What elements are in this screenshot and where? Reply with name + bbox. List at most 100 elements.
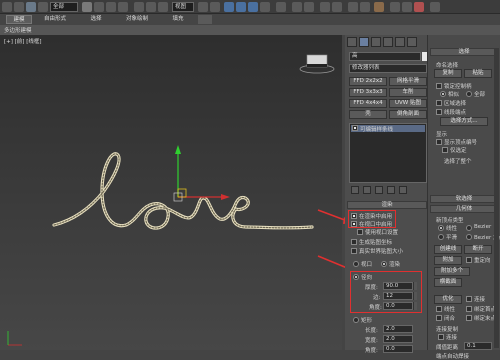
mod-ffd3-button[interactable]: FFD 3x3x3 [349,88,387,97]
tab-object-paint[interactable]: 对象绘制 [120,15,154,24]
rectangular-radio[interactable] [353,317,359,323]
bezier-radio[interactable] [466,225,472,231]
undo-icon[interactable] [2,2,12,12]
named-selection-icon[interactable] [276,2,286,12]
segment-end-checkbox[interactable] [436,109,442,115]
viewport-radio[interactable] [353,261,359,267]
configure-sets-icon[interactable] [399,186,407,194]
geometry-rollout-header[interactable]: 几何体 [430,205,498,213]
selection-rollout-header[interactable]: 选择 [430,48,498,56]
bezier-corner-radio[interactable] [466,234,472,240]
break-button[interactable]: 断开 [464,245,492,254]
real-world-map-checkbox[interactable] [351,248,357,254]
percent-snap-icon[interactable] [248,2,258,12]
stack-item[interactable]: 可编辑样条线 [351,125,425,133]
width-input[interactable]: 2.0 [383,335,413,343]
generate-mapping-checkbox[interactable] [351,239,357,245]
layer-icon[interactable] [320,2,330,12]
modifier-list-dropdown[interactable]: 修改器列表 [349,64,427,73]
selection-filter-dropdown[interactable]: 全部 [50,2,78,12]
link-icon[interactable] [26,2,36,12]
scale-icon[interactable] [158,2,168,12]
mod-ffd2-button[interactable]: FFD 2x2x2 [349,77,387,86]
create-tab-icon[interactable] [347,37,357,47]
mirror-icon[interactable] [292,2,302,12]
show-vertex-numbers-checkbox[interactable] [436,139,442,145]
show-end-result-icon[interactable] [363,186,371,194]
cross-section-button[interactable]: 横截面 [434,278,462,287]
utilities-tab-icon[interactable] [407,37,417,47]
attach-button[interactable]: 附加 [434,256,462,265]
select-manipulate-icon[interactable] [210,2,220,12]
tab-populate[interactable]: 填充 [168,15,188,24]
render-frame-icon[interactable] [402,2,412,12]
help-icon[interactable] [430,2,440,12]
soft-selection-rollout-header[interactable]: 软选择 [430,195,498,203]
move-icon[interactable] [134,2,144,12]
mod-uvw-button[interactable]: UVW 贴图 [389,99,427,108]
pin-stack-icon[interactable] [351,186,359,194]
ribbon-options-icon[interactable] [198,15,212,24]
closed-checkbox[interactable] [436,315,442,321]
object-color-swatch[interactable] [422,52,427,61]
viewport-front[interactable]: [+] [前] [线框] [0,35,342,350]
motion-tab-icon[interactable] [383,37,393,47]
lock-handles-checkbox[interactable] [436,83,442,89]
mod-lathe-button[interactable]: 车削 [389,88,427,97]
hierarchy-tab-icon[interactable] [371,37,381,47]
object-name-field[interactable]: 高 [349,52,421,61]
stack-item-checkbox[interactable] [352,125,358,131]
rendering-rollout-header[interactable]: 渲染 [347,201,427,209]
render-setup-icon[interactable] [390,2,400,12]
angle-snap-icon[interactable] [236,2,246,12]
tab-selection[interactable]: 选择 [86,15,106,24]
linear2-checkbox[interactable] [436,306,442,312]
snap-icon[interactable] [224,2,234,12]
bind-last-checkbox[interactable] [466,315,472,321]
linear-radio[interactable] [438,225,444,231]
optimize-button[interactable]: 优化 [434,295,462,304]
pivot-icon[interactable] [198,2,208,12]
select-by-button[interactable]: 选择方式... [440,117,488,126]
select-object-icon[interactable] [82,2,92,12]
modifier-stack-list[interactable]: 可编辑样条线 [349,123,427,183]
unlink-icon[interactable] [38,2,48,12]
tab-modeling[interactable]: 建模 [6,15,32,24]
mod-shell-button[interactable]: 壳 [349,110,387,119]
attach-multiple-button[interactable]: 附加多个 [434,267,470,276]
area-select-checkbox[interactable] [436,100,442,106]
all-radio[interactable] [466,91,472,97]
reorient-checkbox[interactable] [466,257,472,263]
smooth-radio[interactable] [438,234,444,240]
rotate-icon[interactable] [146,2,156,12]
mod-ffd4-button[interactable]: FFD 4x4x4 [349,99,387,108]
rect-angle-input[interactable]: 0.0 [383,345,413,353]
rect-select-icon[interactable] [106,2,116,12]
graphite-icon[interactable] [332,2,342,12]
select-by-name-icon[interactable] [94,2,104,12]
similar-radio[interactable] [440,91,446,97]
connect-copy-checkbox[interactable] [438,334,444,340]
use-viewport-settings-checkbox[interactable] [357,229,363,235]
only-selected-checkbox[interactable] [442,147,448,153]
display-tab-icon[interactable] [395,37,405,47]
right-panel-scrollbar[interactable] [494,48,499,348]
spinner-snap-icon[interactable] [260,2,270,12]
remove-modifier-icon[interactable] [387,186,395,194]
render-icon[interactable] [414,2,424,12]
threshold-input[interactable]: 0.1 [464,342,492,350]
redo-icon[interactable] [14,2,24,12]
render-radio[interactable] [381,261,387,267]
make-unique-icon[interactable] [375,186,383,194]
view-dropdown[interactable]: 视图 [172,2,194,12]
connect-checkbox[interactable] [466,296,472,302]
bind-first-checkbox[interactable] [466,306,472,312]
mod-meshsmooth-button[interactable]: 网格平滑 [389,77,427,86]
viewport-label[interactable]: [+] [前] [线框] [4,37,41,45]
paste-button[interactable]: 粘贴 [464,69,492,78]
modify-tab-icon[interactable] [359,37,369,47]
schematic-icon[interactable] [360,2,370,12]
material-editor-icon[interactable] [374,2,384,12]
curve-editor-icon[interactable] [348,2,358,12]
polygon-modeling-label[interactable]: 多边形建模 [4,26,32,34]
